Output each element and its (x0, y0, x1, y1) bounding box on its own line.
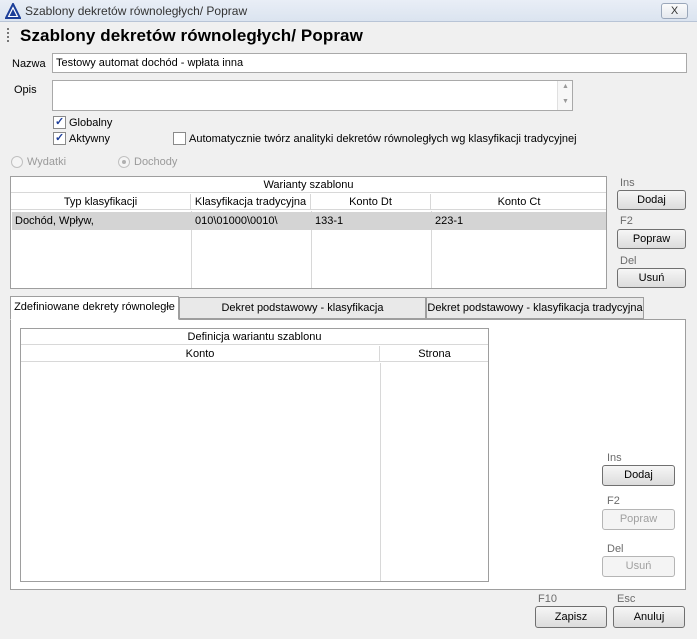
grip-icon (7, 28, 10, 42)
tab-klasyfikacja-tradycyjna[interactable]: Dekret podstawowy - klasyfikacja tradycy… (426, 297, 644, 319)
dochody-label: Dochody (134, 156, 178, 168)
nazwa-label: Nazwa (12, 58, 46, 70)
opis-textarea[interactable]: ▲ ▼ (52, 80, 573, 111)
popraw-button-top[interactable]: Popraw (617, 229, 686, 249)
cell-konto-ct: 223-1 (435, 215, 464, 227)
usun-button-bottom[interactable]: Usuń (602, 556, 675, 577)
page-title: Szablony dekretów równoległych/ Popraw (20, 26, 363, 45)
table-row[interactable]: Dochód, Wpływ, 010\01000\0010\ 133-1 223… (12, 212, 606, 230)
wydatki-label: Wydatki (27, 156, 67, 168)
tab-zdefiniowane[interactable]: Zdefiniowane dekrety równoległe (10, 296, 179, 320)
cell-klasyfikacja: 010\01000\0010\ (195, 215, 278, 227)
warianty-grid[interactable]: Warianty szablonu Typ klasyfikacji Klasy… (10, 176, 607, 289)
col-header-konto-ct[interactable]: Konto Ct (431, 194, 606, 210)
ins-hotkey-top: Ins (620, 177, 635, 189)
cell-konto-dt: 133-1 (315, 215, 344, 227)
del-hotkey-bottom: Del (607, 543, 624, 555)
esc-hotkey: Esc (617, 593, 636, 605)
f2-hotkey-top: F2 (620, 215, 633, 227)
col-header-konto[interactable]: Konto (21, 346, 380, 362)
aktywny-checkbox[interactable] (53, 131, 66, 145)
globalny-label: Globalny (69, 117, 113, 129)
dodaj-button-bottom[interactable]: Dodaj (602, 465, 675, 486)
warianty-title: Warianty szablonu (11, 177, 606, 193)
app-logo-icon (5, 3, 21, 19)
definicja-title: Definicja wariantu szablonu (21, 329, 488, 345)
auto-analityki-label: Automatycznie twórz analityki dekretów r… (189, 133, 577, 145)
col-header-typ[interactable]: Typ klasyfikacji (11, 194, 191, 210)
close-button[interactable]: X (661, 3, 688, 19)
auto-analityki-checkbox[interactable] (173, 132, 186, 145)
ins-hotkey-bottom: Ins (607, 452, 622, 464)
del-hotkey-top: Del (620, 255, 637, 267)
window-titlebar: Szablony dekretów równoległych/ Popraw X (0, 0, 697, 22)
dodaj-button-top[interactable]: Dodaj (617, 190, 686, 210)
col-header-konto-dt[interactable]: Konto Dt (311, 194, 431, 210)
aktywny-label: Aktywny (69, 133, 110, 145)
globalny-checkbox[interactable] (53, 115, 66, 129)
f10-hotkey: F10 (538, 593, 557, 605)
scroll-up-icon[interactable]: ▲ (562, 83, 569, 90)
zapisz-button[interactable]: Zapisz (535, 606, 607, 628)
tab-klasyfikacja-wielowymiarowa[interactable]: Dekret podstawowy - klasyfikacja wielowy… (179, 297, 426, 334)
opis-label: Opis (14, 84, 37, 96)
window-title: Szablony dekretów równoległych/ Popraw (25, 4, 248, 18)
wydatki-radio[interactable] (11, 156, 23, 168)
popraw-button-bottom[interactable]: Popraw (602, 509, 675, 530)
nazwa-value: Testowy automat dochód - wpłata inna (56, 57, 244, 69)
anuluj-button[interactable]: Anuluj (613, 606, 685, 628)
opis-scrollbar[interactable]: ▲ ▼ (557, 81, 572, 110)
scroll-down-icon[interactable]: ▼ (562, 98, 569, 105)
f2-hotkey-bottom: F2 (607, 495, 620, 507)
col-header-klasyfikacja[interactable]: Klasyfikacja tradycyjna (191, 194, 311, 210)
cell-typ: Dochód, Wpływ, (15, 215, 94, 227)
col-header-strona[interactable]: Strona (380, 346, 488, 362)
definicja-grid[interactable]: Definicja wariantu szablonu Konto Strona (20, 328, 489, 582)
dochody-radio[interactable] (118, 156, 130, 168)
usun-button-top[interactable]: Usuń (617, 268, 686, 288)
nazwa-input[interactable]: Testowy automat dochód - wpłata inna (52, 53, 687, 73)
